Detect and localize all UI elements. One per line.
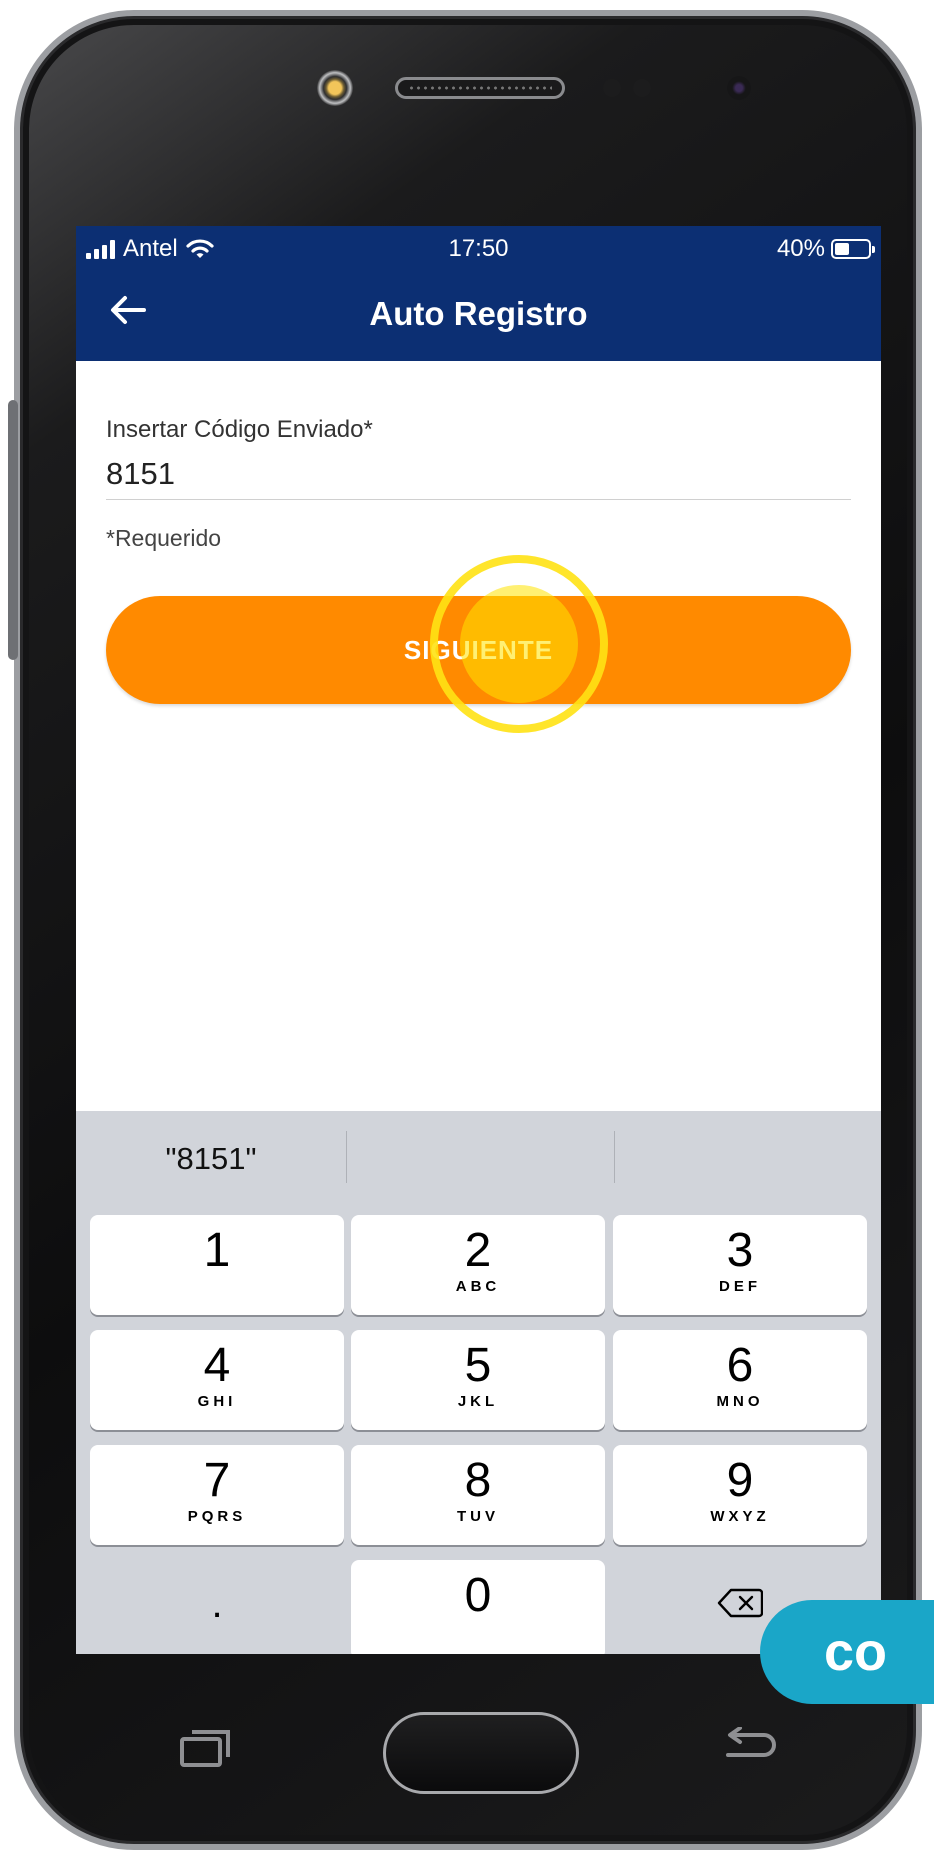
front-camera bbox=[317, 70, 353, 106]
page-title: Auto Registro bbox=[369, 295, 588, 332]
home-button[interactable] bbox=[383, 1712, 579, 1794]
key-digit: 0 bbox=[464, 1569, 492, 1622]
recent-apps-icon[interactable] bbox=[178, 1727, 234, 1769]
key-letters: MNO bbox=[716, 1393, 764, 1410]
key-2[interactable]: 2 ABC bbox=[351, 1215, 605, 1315]
required-note: *Requerido bbox=[106, 525, 222, 551]
battery-percent: 40% bbox=[776, 235, 825, 262]
key-letters: DEF bbox=[719, 1278, 761, 1295]
code-input[interactable] bbox=[106, 449, 851, 500]
siguiente-button[interactable]: SIGUIENTE bbox=[106, 596, 851, 704]
volume-key bbox=[8, 400, 18, 660]
key-letters: GHI bbox=[197, 1393, 237, 1410]
key-letters: PQRS bbox=[187, 1508, 247, 1525]
key-letters: JKL bbox=[457, 1393, 499, 1410]
suggestion-2[interactable] bbox=[346, 1111, 614, 1207]
key-6[interactable]: 6 MNO bbox=[613, 1330, 867, 1430]
key-digit: 6 bbox=[726, 1339, 754, 1392]
earpiece-speaker bbox=[395, 77, 565, 99]
code-field-label: Insertar Código Enviado* bbox=[106, 416, 373, 443]
key-digit: 1 bbox=[203, 1224, 231, 1277]
key-letters: ABC bbox=[455, 1278, 501, 1295]
key-letters: WXYZ bbox=[710, 1508, 770, 1525]
key-1[interactable]: 1 bbox=[90, 1215, 344, 1315]
delete-backspace-icon bbox=[717, 1588, 763, 1618]
suggestion-bar: "8151" bbox=[76, 1111, 881, 1207]
iris-sensor bbox=[727, 76, 751, 100]
key-9[interactable]: 9 WXYZ bbox=[613, 1445, 867, 1545]
status-bar: Antel 17:50 40% bbox=[76, 226, 881, 276]
suggestion-1[interactable]: "8151" bbox=[76, 1111, 346, 1207]
phone-screen: Antel 17:50 40% Auto Registro Insertar C… bbox=[76, 226, 881, 1654]
back-arrow-icon[interactable] bbox=[720, 1727, 780, 1771]
key-decimal[interactable]: . bbox=[90, 1560, 344, 1654]
proximity-sensor bbox=[603, 79, 621, 97]
key-0[interactable]: 0 bbox=[351, 1560, 605, 1654]
key-5[interactable]: 5 JKL bbox=[351, 1330, 605, 1430]
key-digit: 2 bbox=[464, 1224, 492, 1277]
suggestion-3[interactable] bbox=[614, 1111, 881, 1207]
key-3[interactable]: 3 DEF bbox=[613, 1215, 867, 1315]
key-7[interactable]: 7 PQRS bbox=[90, 1445, 344, 1545]
key-digit: . bbox=[211, 1582, 223, 1626]
battery-icon bbox=[831, 239, 875, 259]
key-digit: 4 bbox=[203, 1339, 231, 1392]
key-8[interactable]: 8 TUV bbox=[351, 1445, 605, 1545]
status-time: 17:50 bbox=[448, 235, 509, 262]
battery-info: 40% bbox=[776, 235, 875, 263]
key-digit: 5 bbox=[464, 1339, 492, 1392]
numeric-keyboard: "8151" 1 2 ABC 3 DEF 4 GHI 5 JKL 6 MNO 7… bbox=[76, 1111, 881, 1654]
promo-badge: co bbox=[760, 1600, 934, 1704]
key-digit: 8 bbox=[464, 1454, 492, 1507]
app-header: Antel 17:50 40% Auto Registro bbox=[76, 226, 881, 361]
key-digit: 9 bbox=[726, 1454, 754, 1507]
light-sensor bbox=[633, 79, 651, 97]
key-digit: 7 bbox=[203, 1454, 231, 1507]
key-letters: TUV bbox=[457, 1508, 499, 1525]
key-4[interactable]: 4 GHI bbox=[90, 1330, 344, 1430]
key-digit: 3 bbox=[726, 1224, 754, 1277]
